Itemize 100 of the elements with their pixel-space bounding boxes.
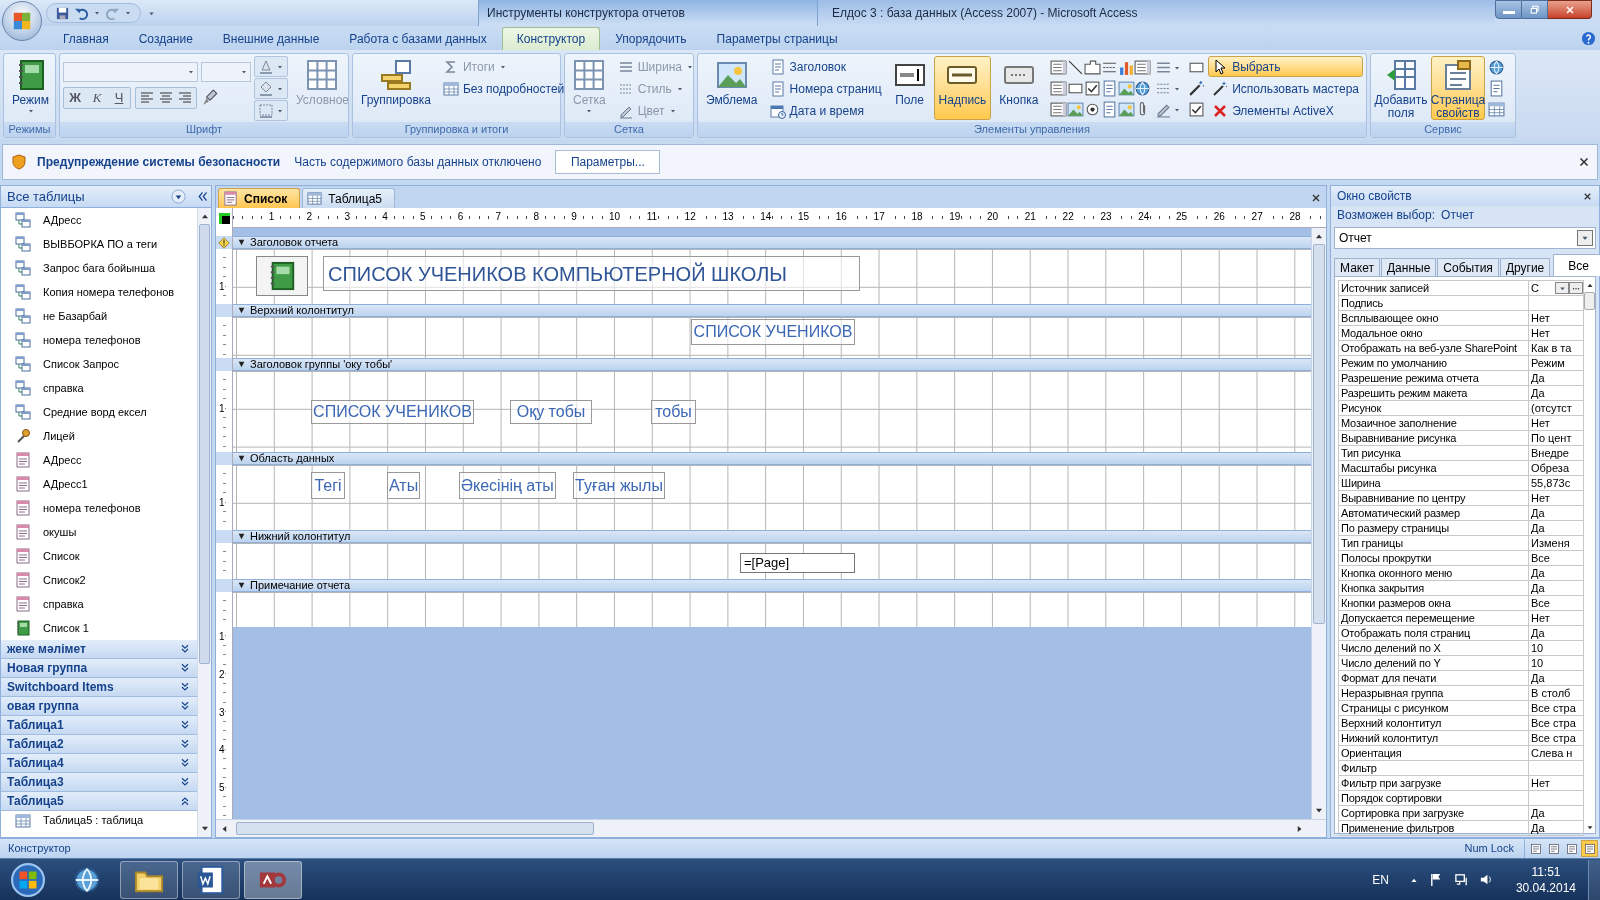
value-cell[interactable]: В столб [1529, 686, 1584, 701]
format-button[interactable]: Ж [64, 88, 86, 108]
nav-item[interactable]: Средние ворд ексел [1, 400, 197, 424]
color-dropdown[interactable] [254, 56, 288, 77]
list-box-icon[interactable] [1134, 59, 1152, 76]
scroll-thumb[interactable] [1313, 244, 1325, 624]
chevrons-left-icon[interactable] [196, 190, 209, 203]
network-icon[interactable] [1453, 872, 1469, 887]
group-header[interactable]: Таблица5 [1, 792, 197, 811]
value-cell[interactable]: (отсутст [1529, 401, 1584, 416]
property-tab[interactable]: События [1437, 258, 1499, 276]
nav-item[interactable]: Список Запрос [1, 352, 197, 376]
section-header[interactable]: Заголовок группы 'оку тобы' [233, 358, 1311, 371]
view-button[interactable] [1581, 840, 1598, 857]
build-button[interactable] [1569, 282, 1583, 294]
value-cell[interactable]: Режим [1529, 356, 1584, 371]
property-tab[interactable]: Все [1553, 254, 1600, 276]
value-cell[interactable]: Да [1529, 521, 1584, 536]
group-header[interactable]: Таблица1 [1, 716, 197, 735]
ribbon-button[interactable]: Группировка [356, 56, 436, 120]
clock[interactable]: 11:51 30.04.2014 [1515, 863, 1576, 896]
color-dropdown[interactable] [254, 100, 288, 121]
nav-item[interactable]: Лицей [1, 424, 197, 448]
nav-item[interactable]: ВЫВБОРКА ПО а теги [1, 232, 197, 256]
value-cell[interactable]: Нет [1529, 311, 1584, 326]
list-box-icon[interactable] [1050, 80, 1068, 97]
scroll-thumb[interactable] [236, 822, 594, 835]
ribbon-button[interactable]: Заголовок [765, 56, 886, 77]
tab-control-icon[interactable] [1083, 59, 1101, 76]
nav-item[interactable]: Запрос бага бойынша [1, 256, 197, 280]
align-left-icon[interactable] [139, 90, 155, 106]
taskbar-app[interactable] [182, 860, 240, 899]
value-cell[interactable]: Да [1529, 566, 1584, 581]
value-cell[interactable]: Все стра [1529, 701, 1584, 716]
ribbon-button[interactable]: Дата и время [765, 100, 886, 121]
value-cell[interactable]: Нет [1529, 611, 1584, 626]
value-cell[interactable]: Да [1529, 806, 1584, 821]
nav-item[interactable]: окушы [1, 520, 197, 544]
group-header[interactable]: Таблица3 [1, 773, 197, 792]
nav-item[interactable]: АДресс [1, 448, 197, 472]
value-cell[interactable]: Слева н [1529, 746, 1584, 761]
value-cell[interactable]: Все [1529, 596, 1584, 611]
wand-icon[interactable] [1188, 80, 1206, 97]
value-cell[interactable]: С [1529, 281, 1584, 296]
close-icon[interactable] [1577, 155, 1591, 169]
list-box-icon[interactable] [1050, 101, 1068, 118]
ribbon-tab[interactable]: Работа с базами данных [334, 27, 502, 50]
value-cell[interactable]: 10 [1529, 641, 1584, 656]
value-cell[interactable]: Да [1529, 386, 1584, 401]
ribbon-button[interactable]: Надпись [933, 56, 992, 120]
ribbon-button[interactable]: Номера страниц [765, 78, 886, 99]
value-cell[interactable]: Внедре [1529, 446, 1584, 461]
section-header[interactable]: Область данных [233, 452, 1311, 465]
ribbon-button[interactable]: Выбрать [1208, 56, 1363, 77]
ribbon-button[interactable]: Элементы ActiveX [1208, 100, 1363, 121]
table-icon[interactable] [1488, 101, 1505, 118]
image-icon[interactable] [1117, 80, 1135, 97]
property-tab[interactable]: Макет [1334, 258, 1380, 276]
show-desktop-button[interactable] [1588, 859, 1600, 900]
value-cell[interactable]: Нет [1529, 776, 1584, 791]
value-cell[interactable]: Да [1529, 581, 1584, 596]
section-header[interactable]: Примечание отчета [233, 579, 1311, 592]
help-icon[interactable] [1581, 31, 1596, 46]
font-size-field[interactable] [201, 62, 251, 82]
section-header[interactable]: Заголовок отчета [233, 236, 1311, 249]
value-cell[interactable]: По цент [1529, 431, 1584, 446]
caret-icon[interactable] [124, 9, 132, 17]
nav-item[interactable]: справка [1, 376, 197, 400]
group-header[interactable]: жеке мәлімет [1, 640, 197, 659]
format-button[interactable]: Ч [108, 88, 130, 108]
value-cell[interactable] [1529, 761, 1584, 776]
ribbon-tab[interactable]: Упорядочить [600, 27, 702, 50]
brush-icon[interactable] [201, 89, 219, 107]
checkbox-icon[interactable] [1083, 80, 1101, 97]
globe-icon[interactable] [1488, 59, 1505, 76]
bar-chart-icon[interactable] [1117, 59, 1135, 76]
nav-item[interactable]: номера телефонов [1, 496, 197, 520]
value-cell[interactable]: 10 [1529, 656, 1584, 671]
value-cell[interactable]: Все [1529, 551, 1584, 566]
ribbon-button[interactable]: Страница свойств [1431, 56, 1485, 120]
section-selector[interactable] [216, 236, 232, 249]
font-name-field[interactable] [63, 62, 198, 82]
group-header[interactable]: Switchboard Items [1, 678, 197, 697]
office-button[interactable] [2, 1, 42, 41]
nav-item[interactable]: не Базарбай [1, 304, 197, 328]
minimize-button[interactable] [1495, 0, 1522, 19]
ribbon-button[interactable]: Использовать мастера [1208, 78, 1363, 99]
scrollbar[interactable] [216, 819, 1326, 837]
value-cell[interactable]: Да [1529, 671, 1584, 686]
page-icon[interactable] [1488, 80, 1505, 97]
scrollbar[interactable] [1311, 228, 1326, 819]
scroll-thumb[interactable] [1584, 292, 1595, 310]
nav-item[interactable]: Список2 [1, 568, 197, 592]
dropdown-button[interactable] [1555, 282, 1569, 294]
nav-item[interactable]: АДресс [1, 208, 197, 232]
ribbon-button[interactable]: Поле [888, 56, 931, 120]
nav-item[interactable]: номера телефонов [1, 328, 197, 352]
section-header[interactable]: Верхний колонтитул [233, 304, 1311, 317]
nav-item[interactable]: АДресс1 [1, 472, 197, 496]
object-dropdown[interactable]: Отчет [1334, 227, 1596, 249]
